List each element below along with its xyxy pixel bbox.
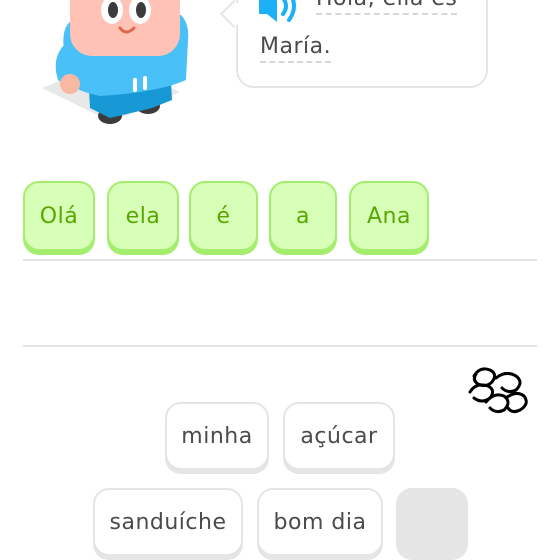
answer-line-2 (23, 345, 537, 347)
word-bank-tile[interactable]: bom dia (257, 488, 383, 556)
speaker-icon[interactable] (257, 0, 305, 22)
word-bank-tile[interactable]: minha (165, 402, 269, 470)
answer-tile[interactable]: ela (107, 181, 179, 251)
answer-tile[interactable]: Olá (23, 181, 95, 251)
prompt-line-2[interactable]: María. (260, 34, 332, 63)
answer-line-1 (23, 259, 537, 261)
answer-tile[interactable]: a (269, 181, 337, 251)
prompt-line-1[interactable]: Hola, ella es (316, 0, 458, 15)
answer-tile[interactable]: é (189, 181, 258, 251)
word-bank-tile[interactable]: sanduíche (93, 488, 243, 556)
answer-tile[interactable]: Ana (349, 181, 429, 251)
word-bank-empty-slot (396, 488, 468, 560)
scribble-icon (468, 367, 528, 414)
character-illustration (42, 0, 189, 124)
word-bank-tile[interactable]: açúcar (283, 402, 395, 470)
